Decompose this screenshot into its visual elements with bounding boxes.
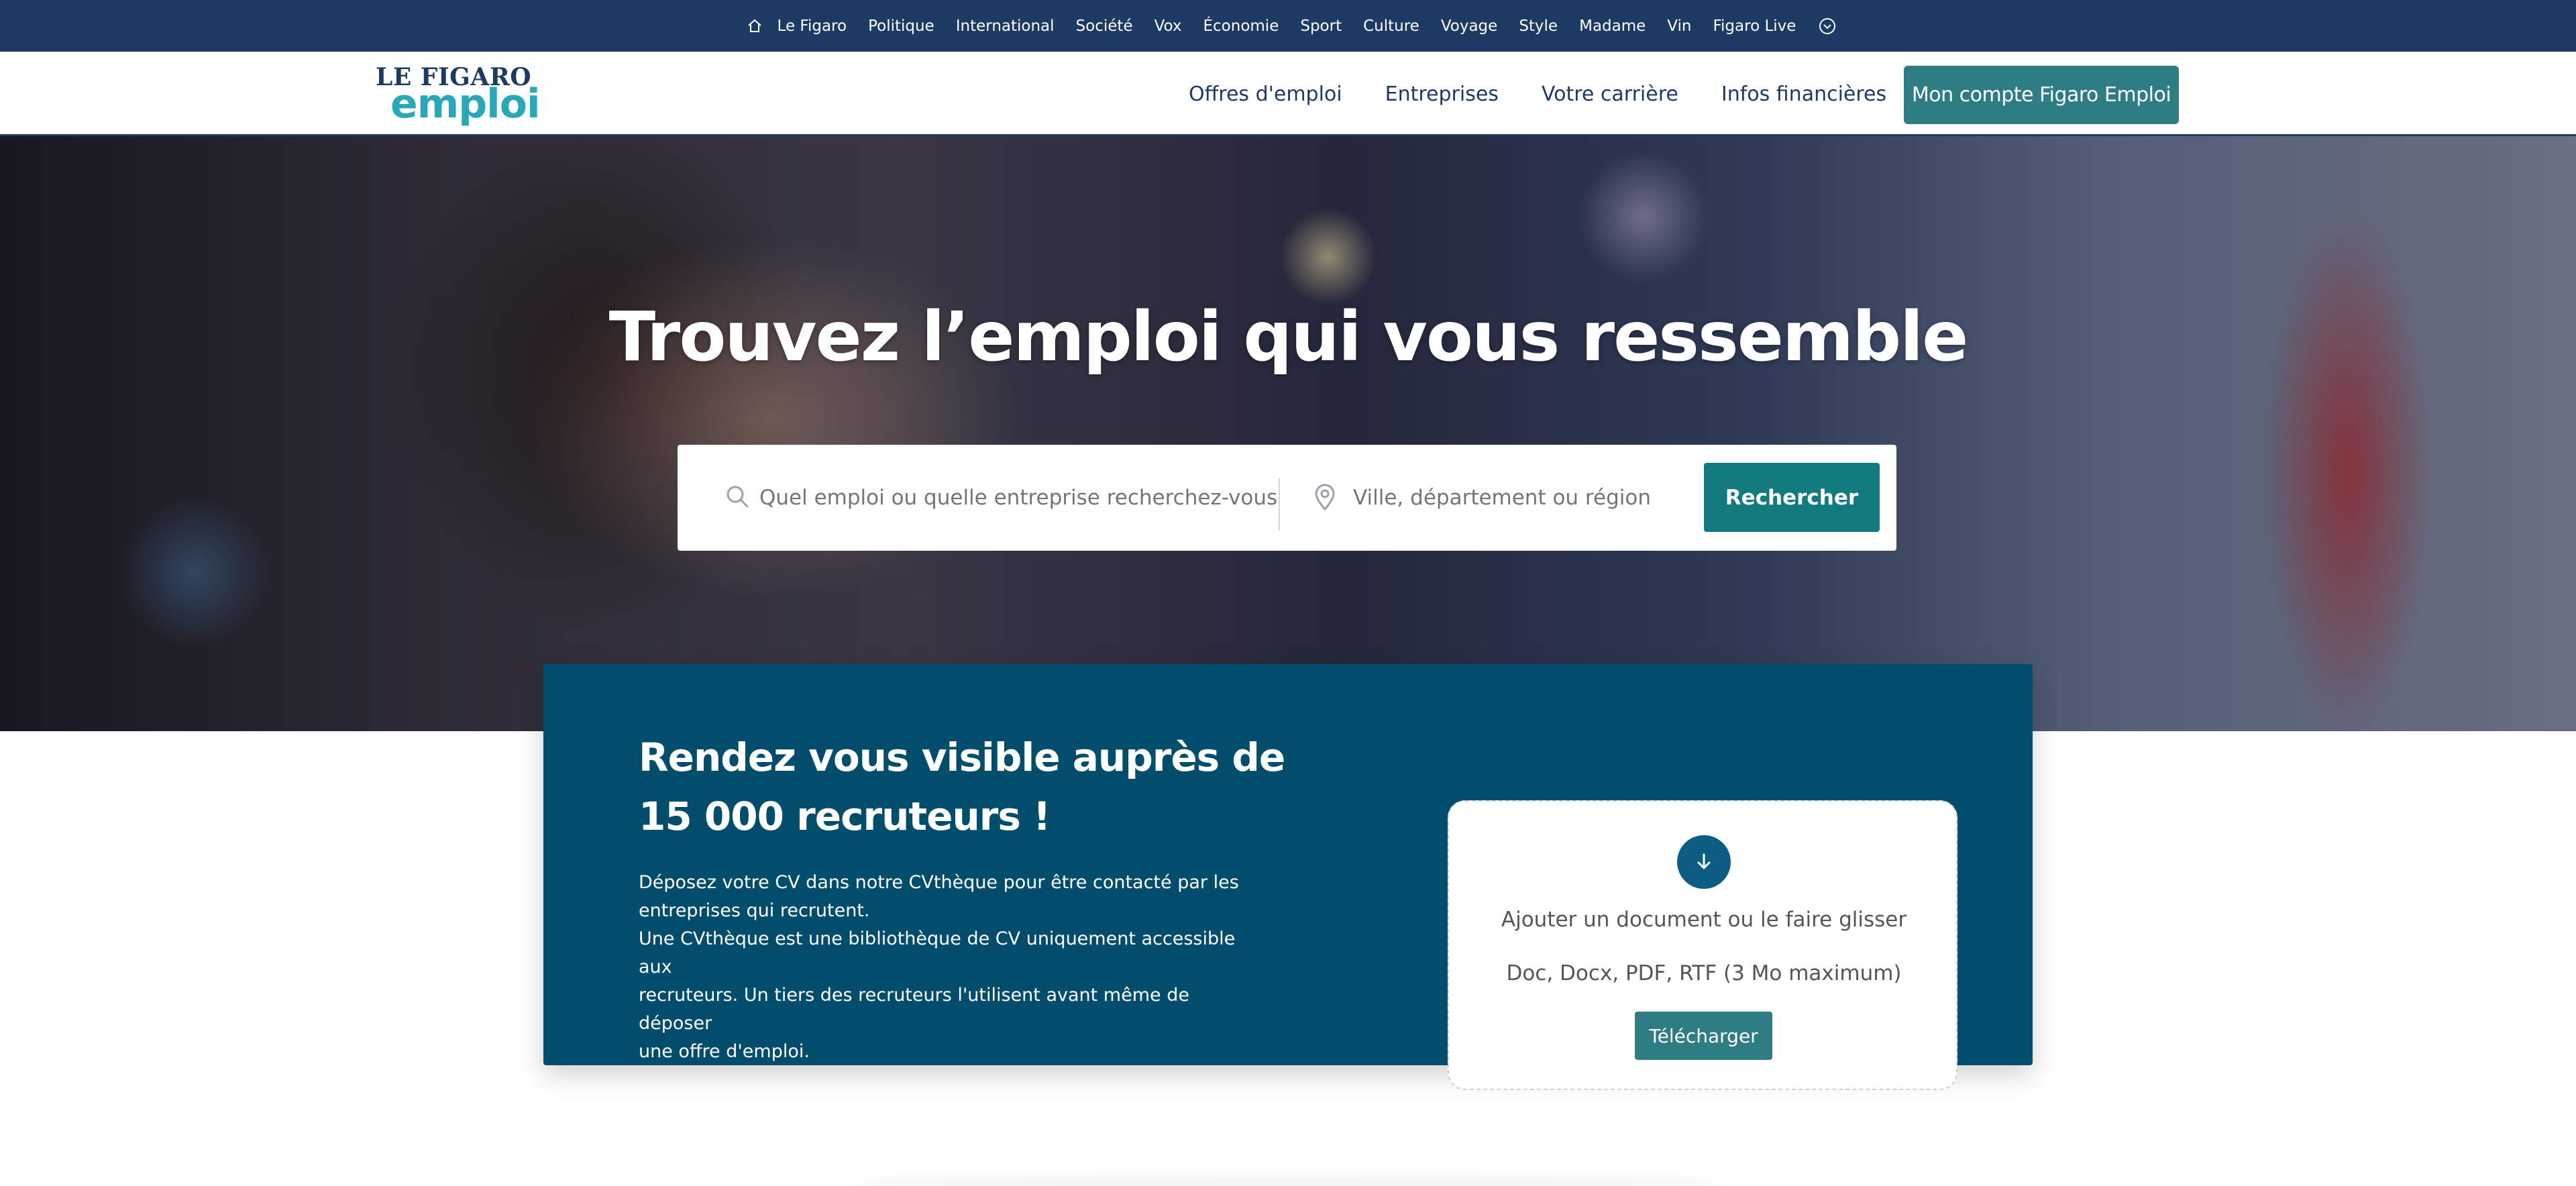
top-navigation-list: Le Figaro Politique International Sociét…: [745, 16, 1838, 36]
arrow-down-icon: [1677, 835, 1731, 889]
location-input[interactable]: [1353, 472, 1688, 524]
figaro-emploi-logo[interactable]: LE FIGARO emploi: [376, 65, 560, 127]
cv-section-title: Rendez vous visible auprès de 15 000 rec…: [639, 728, 1309, 846]
topnav-vin[interactable]: Vin: [1667, 17, 1691, 35]
upload-instructions: Ajouter un document ou le faire glisser: [1501, 908, 1907, 932]
upload-button[interactable]: Télécharger: [1635, 1012, 1772, 1060]
topnav-politique[interactable]: Politique: [868, 17, 934, 35]
search-button[interactable]: Rechercher: [1704, 463, 1880, 532]
site-header: LE FIGARO emploi Offres d'emploi Entrepr…: [0, 52, 2576, 136]
cv-title-line-2: 15 000 recruteurs !: [639, 794, 1051, 839]
cv-title-line-1: Rendez vous visible auprès de: [639, 735, 1285, 780]
main-navigation: Offres d'emploi Entreprises Votre carriè…: [1189, 52, 1886, 136]
logo-emploi-text: emploi: [390, 80, 541, 127]
cv-upload-section: Rendez vous visible auprès de 15 000 rec…: [543, 664, 2033, 1090]
topnav-style[interactable]: Style: [1519, 17, 1558, 35]
topnav-societe[interactable]: Société: [1076, 17, 1133, 35]
topnav-sport[interactable]: Sport: [1300, 17, 1342, 35]
topnav-voyage[interactable]: Voyage: [1441, 17, 1497, 35]
topnav-economie[interactable]: Économie: [1203, 17, 1279, 35]
home-icon[interactable]: [745, 17, 764, 36]
cv-text-line-3: Une CVthèque est une bibliothèque de CV …: [639, 928, 1236, 977]
search-divider: [1279, 478, 1280, 531]
topnav-figaro-live[interactable]: Figaro Live: [1713, 17, 1796, 35]
cv-text-line-5: une offre d'emploi.: [639, 1041, 810, 1062]
topnav-vox[interactable]: Vox: [1155, 17, 1182, 35]
topnav-le-figaro[interactable]: Le Figaro: [777, 17, 847, 35]
upload-formats: Doc, Docx, PDF, RTF (3 Mo maximum): [1506, 961, 1902, 985]
hero-title: Trouvez l’emploi qui vous ressemble: [608, 297, 1969, 377]
cv-description: Déposez votre CV dans notre CVthèque pou…: [639, 869, 1242, 1066]
nav-infos-financieres[interactable]: Infos financières: [1721, 83, 1886, 106]
search-icon: [724, 484, 751, 510]
topnav-international[interactable]: International: [956, 17, 1055, 35]
topnav-culture[interactable]: Culture: [1363, 17, 1419, 35]
next-section-shadow: [852, 1177, 1724, 1186]
cv-dropzone[interactable]: Ajouter un document ou le faire glisser …: [1448, 800, 1957, 1090]
cv-text-line-1: Déposez votre CV dans notre CVthèque pou…: [639, 872, 1239, 893]
topnav-madame[interactable]: Madame: [1579, 17, 1646, 35]
cv-text-line-2: entreprises qui recrutent.: [639, 900, 870, 921]
job-search-input[interactable]: [759, 472, 1283, 524]
top-navigation-bar: Le Figaro Politique International Sociét…: [0, 0, 2576, 52]
nav-offres-emploi[interactable]: Offres d'emploi: [1189, 83, 1342, 106]
chevron-down-circle-icon[interactable]: [1817, 16, 1837, 36]
hero-banner: Trouvez l’emploi qui vous ressemble Rech…: [0, 136, 2576, 731]
nav-entreprises[interactable]: Entreprises: [1385, 83, 1499, 106]
nav-votre-carriere[interactable]: Votre carrière: [1542, 83, 1678, 106]
hero-background-image: [0, 136, 2576, 731]
job-search-form: Rechercher: [678, 445, 1896, 551]
account-button[interactable]: Mon compte Figaro Emploi: [1904, 66, 2179, 124]
location-pin-icon: [1311, 482, 1338, 512]
cv-text-line-4: recruteurs. Un tiers des recruteurs l'ut…: [639, 985, 1189, 1034]
